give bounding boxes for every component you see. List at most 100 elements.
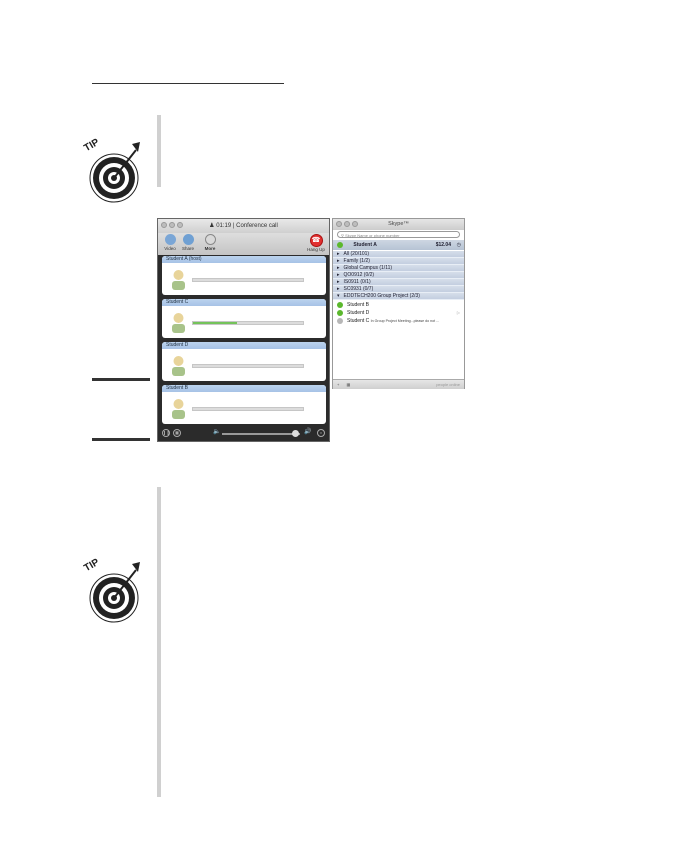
volume-meter [192,407,304,411]
people-online-text: people online [436,382,460,387]
avatar [172,399,185,419]
hang-up-label: Hang Up [307,247,325,252]
contact-name: Student B [347,302,369,308]
hang-up-button[interactable]: ☎ Hang Up [306,234,326,252]
call-timer: 01:19 [216,223,232,229]
contact-group[interactable]: ▸ Global Campus (1/11) [333,265,464,272]
group-label: Family (1/2) [343,258,370,264]
contact-group[interactable]: ▸ SC0931 (0/7) [333,286,464,293]
disclosure-arrow-icon: ▸ [337,286,340,292]
dialpad-icon[interactable]: ▦ [346,382,350,387]
call-controls: ❙❙ ▦ 🔈 🔊 ○ [158,426,329,441]
disclosure-arrow-icon: ▸ [337,265,340,271]
heading-rule [92,83,284,84]
avatar [172,313,185,333]
skype-title-bar: Skype™ [333,219,464,230]
window-controls [161,222,183,228]
more-label: More [204,246,216,251]
person-icon: ♟ [209,223,215,229]
participant-panel: Student A (host) [162,256,326,295]
clock-icon: ◷ [456,242,461,248]
avatar [172,270,185,290]
figure-marker-bottom [92,438,150,441]
online-status-icon [337,302,343,308]
window-controls [336,221,358,227]
contact-mood: In Group Project Meeting...please do not… [370,319,440,323]
participant-name: Student A [166,256,188,262]
title-separator: | [232,223,235,229]
video-button[interactable]: Video [161,234,179,251]
hang-up-icon: ☎ [309,234,323,247]
search-icon: ⚲ [341,233,344,238]
online-status-icon [337,310,343,316]
more-button[interactable]: More [201,234,219,251]
participant-header: Student B [162,385,326,392]
headset-button[interactable]: ○ [317,429,325,437]
contact-group[interactable]: ▸ IS0911 (0/1) [333,279,464,286]
zoom-button[interactable] [177,222,183,228]
zoom-button[interactable] [352,221,358,227]
figure-marker-top [92,378,150,381]
skype-footer: + ▦ people online [333,379,464,389]
volume-high-icon: 🔊 [304,429,312,435]
contact-group-expanded[interactable]: ▾ EDDTECH200 Group Project (2/3) [333,293,464,300]
volume-slider[interactable] [222,433,300,435]
contact-name: Student C [347,318,370,324]
disclosure-arrow-icon: ▸ [337,272,340,278]
share-label: Share [181,246,194,251]
contact-group[interactable]: ▸ QO0912 (0/2) [333,272,464,279]
participant-header: Student C [162,299,326,306]
participant-panel: Student D [162,342,326,381]
video-icon [164,234,176,245]
contact-row[interactable]: Student D ▷ [333,309,464,317]
disclosure-down-icon: ▾ [337,293,340,299]
disclosure-arrow-icon: ▸ [337,279,340,285]
search-placeholder: Skype Name or phone number [345,233,400,238]
contact-row[interactable]: Student C In Group Project Meeting...ple… [333,317,464,325]
participant-panel: Student C [162,299,326,338]
group-label: All (20/101) [343,251,370,257]
tip-sidebar [157,115,161,187]
participant-header: Student D [162,342,326,349]
participant-name: Student B [166,385,188,391]
dialpad-button[interactable]: ▦ [173,429,181,437]
volume-low-icon: 🔈 [213,429,221,435]
skype-window: Skype™ ⚲ Skype Name or phone number Stud… [332,218,465,389]
close-button[interactable] [336,221,342,227]
more-icon [204,234,216,245]
conference-title-bar: ♟ 01:19 | Conference call [158,219,329,233]
group-label: EDDTECH200 Group Project (2/3) [343,293,420,299]
volume-slider-knob[interactable] [292,430,299,437]
volume-meter [192,278,304,282]
minimize-button[interactable] [169,222,175,228]
group-label: Global Campus (1/11) [343,265,393,271]
contact-group[interactable]: ▸ All (20/101) [333,251,464,258]
disclosure-arrow-icon: ▸ [337,251,340,257]
call-toolbar: Video Share More ☎ Hang Up [158,233,329,255]
participant-name: Student C [166,299,189,305]
disclosure-arrow-icon: ▸ [337,258,340,264]
current-user-name: Student A [353,242,377,248]
contact-group[interactable]: ▸ Family (1/2) [333,258,464,265]
group-label: IS0911 (0/1) [343,279,371,285]
offline-status-icon [337,318,343,324]
contact-row[interactable]: Student B [333,301,464,309]
tip-icon: TIP [82,137,140,208]
minimize-button[interactable] [344,221,350,227]
video-label: Video [164,246,176,251]
add-contact-button[interactable]: + [337,382,339,387]
participant-name: Student D [166,342,189,348]
current-user-bar[interactable]: Student A $12.04 ◷ [333,240,464,250]
share-icon [182,234,194,245]
skype-title: Skype™ [388,221,409,227]
volume-meter [192,364,304,368]
share-button[interactable]: Share [179,234,197,251]
online-status-icon [337,241,343,248]
contact-search-input[interactable]: ⚲ Skype Name or phone number [337,231,460,238]
close-button[interactable] [161,222,167,228]
pause-button[interactable]: ❙❙ [162,429,170,437]
video-available-icon: ▷ [456,310,460,315]
participant-header: Student A (host) [162,256,326,263]
conference-call-window: ♟ 01:19 | Conference call Video Share Mo… [157,218,330,442]
participant-suffix: (host) [188,256,202,262]
